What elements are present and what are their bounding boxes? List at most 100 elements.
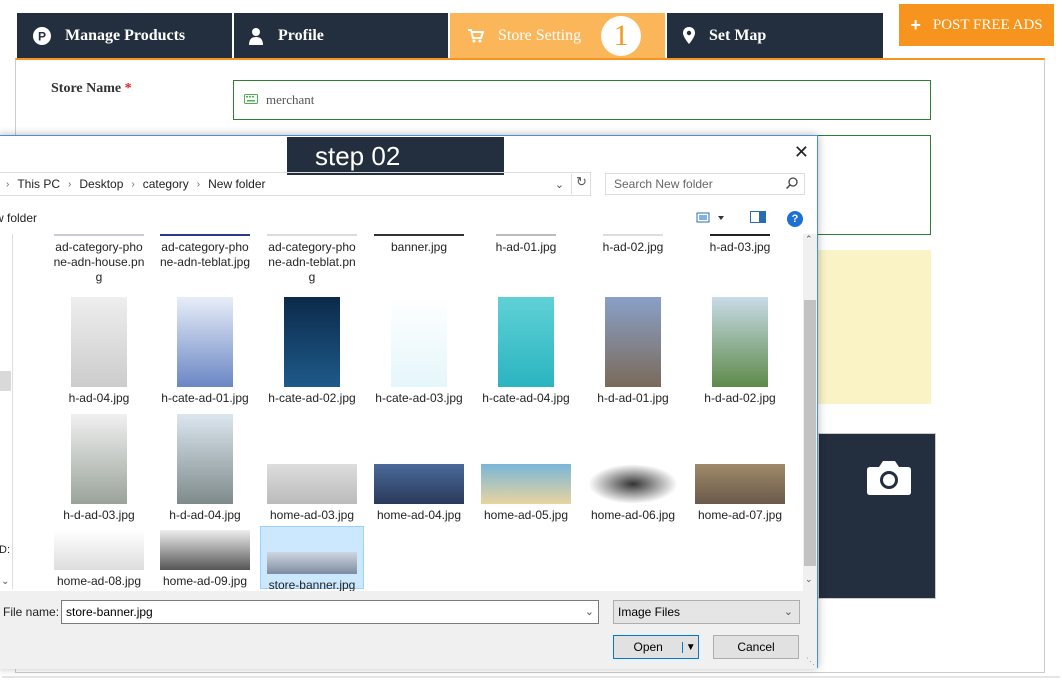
chevron-right-icon: › — [196, 178, 201, 190]
file-name: h-d-ad-03.jpg — [63, 508, 135, 522]
resize-grip-icon[interactable]: ⋱ — [806, 656, 815, 667]
file-type-value: Image Files — [618, 605, 681, 619]
file-item[interactable]: h-ad-01.jpg — [474, 234, 578, 255]
file-name: ad-category-pho ne-adn-teblat.jpg — [159, 240, 251, 269]
open-button[interactable]: Open ▼ — [613, 635, 699, 659]
divider — [2, 676, 1060, 678]
file-name: home-ad-05.jpg — [483, 508, 569, 522]
p-circle-icon: P — [33, 26, 51, 45]
file-item[interactable]: home-ad-07.jpg — [688, 414, 792, 523]
file-item[interactable]: home-ad-03.jpg — [260, 414, 364, 523]
file-name: home-ad-06.jpg — [590, 508, 676, 522]
label-text: Store Name — [51, 81, 122, 96]
breadcrumb-item[interactable]: category — [143, 177, 189, 191]
file-item[interactable]: home-ad-04.jpg — [367, 414, 471, 523]
search-input[interactable]: Search New folder — [605, 173, 805, 195]
open-label: Open — [633, 640, 663, 654]
file-item[interactable]: h-d-ad-01.jpg — [581, 297, 685, 406]
file-name-value: store-banner.jpg — [66, 605, 153, 619]
tab-profile[interactable]: Profile — [234, 13, 448, 58]
breadcrumb-item[interactable]: Desktop — [79, 177, 123, 191]
file-name: h-ad-02.jpg — [602, 240, 664, 254]
view-menu-icon[interactable] — [696, 211, 726, 226]
file-name: h-d-ad-01.jpg — [597, 391, 669, 405]
nav-selected-item[interactable] — [0, 371, 11, 391]
cancel-label: Cancel — [737, 640, 775, 654]
file-item[interactable]: home-ad-05.jpg — [474, 414, 578, 523]
chevron-right-icon: › — [131, 178, 135, 190]
new-folder-button[interactable]: w folder — [0, 211, 37, 225]
scroll-up-icon[interactable]: ⌃ — [805, 234, 813, 245]
file-item-selected[interactable]: store-banner.jpg — [260, 526, 364, 591]
file-item[interactable]: banner.jpg — [367, 234, 471, 255]
file-item[interactable]: ad-category-pho ne-adn-house.pn g — [47, 234, 151, 285]
address-bar[interactable]: › This PC › Desktop › category › New fol… — [0, 172, 591, 196]
file-list[interactable]: ad-category-pho ne-adn-house.pn g ad-cat… — [29, 234, 803, 591]
tab-manage-products[interactable]: P Manage Products — [17, 13, 232, 58]
svg-text:P: P — [38, 29, 46, 43]
step-badge: 1 — [601, 15, 642, 56]
preview-pane-icon[interactable] — [750, 211, 766, 226]
chevron-down-icon[interactable]: ⌄ — [555, 178, 564, 191]
file-name: ad-category-pho ne-adn-house.pn g — [53, 240, 145, 284]
vertical-scrollbar[interactable]: ⌃ ⌄ — [803, 234, 817, 591]
file-name: h-cate-ad-02.jpg — [268, 391, 356, 405]
help-icon[interactable]: ? — [787, 211, 803, 227]
chevron-down-icon[interactable]: ⌄ — [585, 605, 594, 618]
tab-label: Set Map — [709, 26, 767, 44]
file-name: h-ad-04.jpg — [68, 391, 130, 405]
file-item[interactable]: ad-category-pho ne-adn-teblat.jpg — [153, 234, 257, 270]
plus-icon: + — [910, 14, 921, 35]
chevron-down-icon[interactable]: ⌄ — [784, 605, 793, 618]
breadcrumb-item[interactable]: This PC — [17, 177, 60, 191]
dialog-footer: File name: store-banner.jpg ⌄ Image File… — [0, 591, 817, 669]
chevron-right-icon: › — [6, 178, 10, 190]
scroll-down-icon[interactable]: ⌄ — [1, 576, 9, 587]
caret-down-icon[interactable]: ▼ — [682, 641, 698, 653]
cancel-button[interactable]: Cancel — [713, 635, 799, 659]
store-name-input[interactable]: merchant — [233, 80, 931, 120]
file-item[interactable]: home-ad-09.jpg — [153, 530, 257, 589]
search-icon — [785, 177, 798, 192]
file-item[interactable]: h-cate-ad-01.jpg — [153, 297, 257, 406]
tab-label: Profile — [278, 26, 324, 44]
file-item[interactable]: h-cate-ad-04.jpg — [474, 297, 578, 406]
close-button[interactable]: ✕ — [794, 142, 809, 163]
scroll-down-icon[interactable]: ⌄ — [805, 574, 813, 585]
file-item[interactable]: home-ad-06.jpg — [581, 414, 685, 523]
file-item[interactable]: h-ad-04.jpg — [47, 297, 151, 406]
file-item[interactable]: h-d-ad-02.jpg — [688, 297, 792, 406]
file-item[interactable]: h-d-ad-04.jpg — [153, 414, 257, 523]
file-name: home-ad-08.jpg — [56, 574, 142, 588]
file-item[interactable]: h-d-ad-03.jpg — [47, 414, 151, 523]
file-name: home-ad-04.jpg — [376, 508, 462, 522]
file-name: h-ad-01.jpg — [495, 240, 557, 254]
tab-set-map[interactable]: Set Map — [667, 13, 883, 58]
page: P Manage Products Profile Store Setting … — [0, 0, 1062, 687]
file-name: home-ad-07.jpg — [697, 508, 783, 522]
map-marker-icon — [683, 27, 695, 44]
file-open-dialog: step 02 ✕ › This PC › Desktop › category… — [0, 135, 818, 669]
file-type-select[interactable]: Image Files ⌄ — [613, 600, 800, 624]
file-item[interactable]: h-cate-ad-02.jpg — [260, 297, 364, 406]
file-item[interactable]: h-ad-03.jpg — [688, 234, 792, 255]
user-icon — [248, 27, 264, 45]
camera-icon[interactable] — [866, 458, 912, 501]
breadcrumb-item[interactable]: New folder — [208, 177, 265, 191]
store-name-value: merchant — [266, 92, 315, 107]
tab-store-setting[interactable]: Store Setting 1 — [450, 13, 665, 58]
file-name: banner.jpg — [390, 240, 448, 254]
navigation-pane[interactable] — [0, 234, 13, 589]
scrollbar-thumb[interactable] — [804, 300, 816, 566]
keyboard-icon — [244, 92, 258, 108]
file-name-input[interactable]: store-banner.jpg ⌄ — [61, 600, 599, 624]
file-name: h-d-ad-02.jpg — [704, 391, 776, 405]
file-item[interactable]: h-cate-ad-03.jpg — [367, 297, 471, 406]
file-item[interactable]: ad-category-pho ne-adn-teblat.pn g — [260, 234, 364, 285]
file-item[interactable]: home-ad-08.jpg — [47, 530, 151, 589]
file-item[interactable]: h-ad-02.jpg — [581, 234, 685, 255]
post-free-ads-button[interactable]: + POST FREE ADS — [899, 4, 1054, 46]
post-button-label: POST FREE ADS — [932, 16, 1043, 33]
refresh-icon[interactable]: ↻ — [571, 174, 591, 194]
store-name-label: Store Name * — [51, 81, 132, 97]
